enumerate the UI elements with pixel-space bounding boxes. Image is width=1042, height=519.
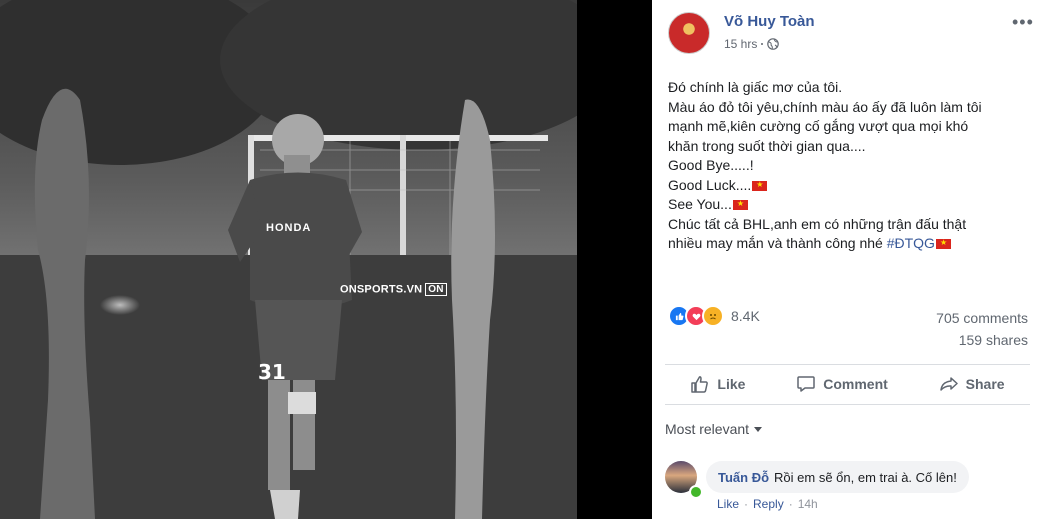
comment-filter-label: Most relevant bbox=[665, 421, 750, 437]
watermark-text: ONSPORTS.VN bbox=[340, 283, 423, 296]
jersey-brand-text: HONDA bbox=[266, 222, 312, 234]
comments-count[interactable]: 705 comments bbox=[936, 310, 1028, 326]
meta-separator: · bbox=[788, 497, 793, 511]
post-meta: 15 hrs bbox=[724, 37, 780, 51]
post-photo[interactable]: HONDA 31 ONSPORTS.VN ON bbox=[0, 0, 577, 519]
post-line-wrap: nhiều may mắn và thành công nhé #ĐTQG bbox=[668, 234, 1008, 254]
like-button-label: Like bbox=[717, 376, 746, 392]
vietnam-flag-icon bbox=[935, 238, 951, 250]
post-line-wrap: See You... bbox=[668, 195, 1008, 215]
comment-button[interactable]: Comment bbox=[796, 374, 888, 394]
divider-bottom bbox=[665, 404, 1030, 405]
share-arrow-icon bbox=[939, 377, 958, 391]
post-line: Chúc tất cả BHL,anh em có những trận đấu… bbox=[668, 215, 967, 232]
author-name[interactable]: Võ Huy Toàn bbox=[724, 13, 815, 30]
photo-image bbox=[0, 0, 577, 519]
thumbs-up-icon bbox=[691, 376, 709, 393]
post-line: Good Luck.... bbox=[668, 176, 752, 193]
post-line: See You... bbox=[668, 196, 732, 212]
commenter-name[interactable]: Tuấn Đỗ bbox=[718, 470, 769, 485]
action-bar: Like Comment Share bbox=[665, 365, 1030, 403]
share-button[interactable]: Share bbox=[939, 374, 1005, 394]
more-options-icon[interactable]: ••• bbox=[1012, 12, 1034, 33]
globe-icon[interactable] bbox=[767, 38, 780, 50]
comment-text: Rồi em sẽ ổn, em trai à. Cố lên! bbox=[774, 469, 957, 485]
jersey-number: 31 bbox=[258, 360, 286, 384]
comment-meta: Like · Reply · 14h bbox=[717, 497, 818, 511]
photo-watermark: ONSPORTS.VN ON bbox=[340, 283, 447, 296]
watermark-logo: ON bbox=[425, 283, 447, 296]
post-line-wrap: Good Luck.... bbox=[668, 176, 1008, 196]
comment-bubble: Tuấn Đỗ Rồi em sẽ ổn, em trai à. Cố lên! bbox=[706, 461, 969, 493]
vietnam-flag-icon bbox=[752, 180, 768, 191]
reactions-count[interactable]: 8.4K bbox=[731, 308, 760, 324]
comment-time[interactable]: 14h bbox=[798, 497, 818, 511]
comment-reply-link[interactable]: Reply bbox=[753, 497, 784, 511]
speech-bubble-icon bbox=[797, 376, 815, 392]
author-avatar[interactable] bbox=[668, 12, 710, 54]
share-button-label: Share bbox=[965, 376, 1005, 392]
post-time[interactable]: 15 hrs bbox=[724, 37, 757, 51]
comment-like-link[interactable]: Like bbox=[717, 497, 739, 511]
reactions-summary[interactable]: 8.4K bbox=[668, 305, 760, 327]
post-text: Đó chính là giấc mơ của tôi. Màu áo đỏ t… bbox=[668, 78, 1008, 254]
sad-reaction-icon bbox=[702, 305, 724, 327]
vietnam-flag-icon bbox=[732, 199, 748, 211]
caret-down-icon bbox=[754, 426, 763, 432]
post-line: Good Bye.....! bbox=[668, 157, 754, 173]
post-line: mạnh mẽ,kiên cường cố gắng vượt qua mọi … bbox=[668, 118, 969, 134]
hashtag-link[interactable]: #ĐTQG bbox=[887, 235, 935, 251]
like-button[interactable]: Like bbox=[690, 374, 745, 394]
post-line: khăn trong suốt thời gian qua.... bbox=[668, 137, 866, 154]
post-line: nhiều may mắn và thành công nhé bbox=[668, 235, 887, 251]
post-line: Màu áo đỏ tôi yêu,chính màu áo ấy đã luô… bbox=[668, 98, 982, 115]
shares-count[interactable]: 159 shares bbox=[959, 332, 1028, 348]
separator-dot bbox=[761, 43, 764, 45]
post-line: Đó chính là giấc mơ của tôi. bbox=[668, 79, 843, 95]
meta-separator: · bbox=[744, 497, 749, 511]
comment-filter-dropdown[interactable]: Most relevant bbox=[665, 421, 763, 437]
comment-button-label: Comment bbox=[823, 376, 888, 392]
online-status-indicator bbox=[689, 485, 703, 499]
